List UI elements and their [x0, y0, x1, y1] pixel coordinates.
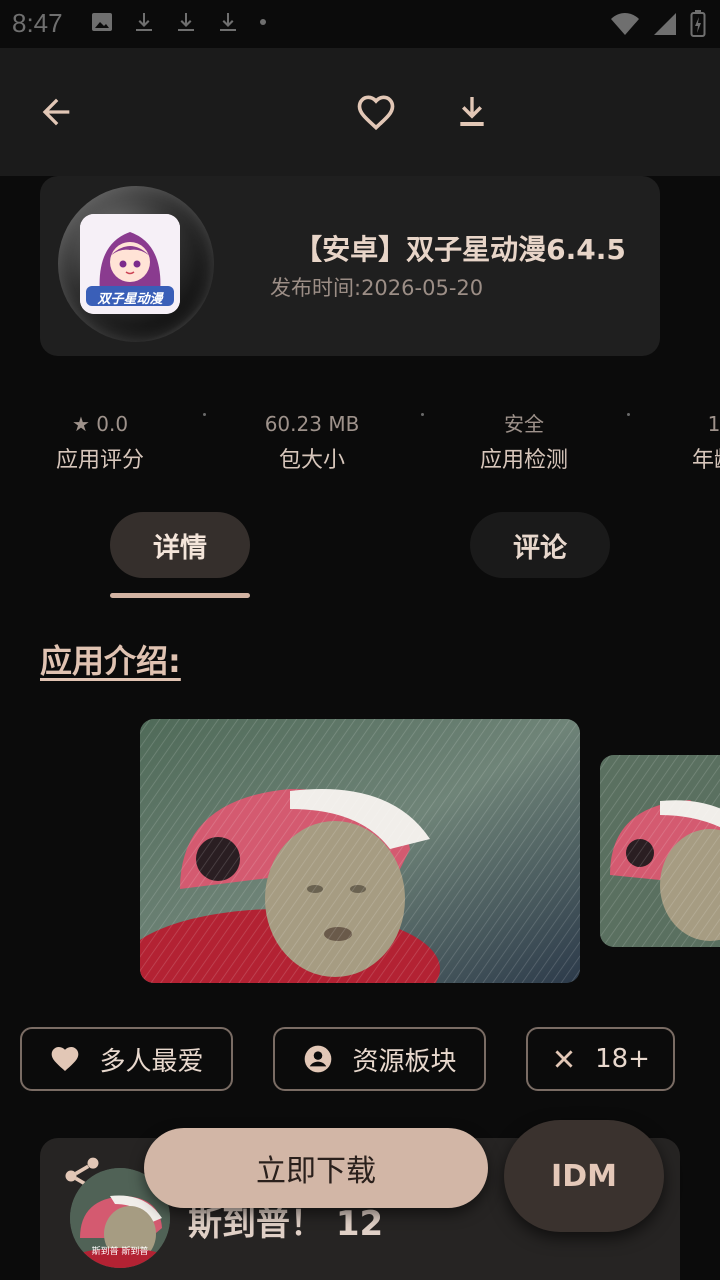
notification-icons: [90, 10, 268, 34]
avatar-caption: 斯到普 斯到普: [91, 1247, 149, 1257]
person-icon: [305, 1045, 332, 1073]
release-date: 发布时间:2026-05-20: [270, 276, 484, 300]
tab-comments[interactable]: 评论: [470, 512, 610, 578]
screenshot-illustration: [600, 755, 720, 947]
chip-age-rating-label: 18+: [595, 1044, 650, 1074]
dot-icon: [260, 19, 266, 25]
heart-outline-icon: [357, 95, 395, 131]
stats-row: ★ 0.0 应用评分 60.23 MB 包大小 安全 应用检测 1 年龄: [0, 400, 720, 480]
image-icon: [92, 13, 112, 31]
chip-resources-label: 资源板块: [352, 1046, 457, 1077]
tab-indicator: [110, 593, 250, 598]
back-button[interactable]: [32, 88, 80, 136]
status-time: 8:47: [12, 8, 63, 38]
stat-divider: [203, 413, 206, 416]
app-title: 【安卓】双子星动漫6.4.5: [294, 233, 626, 266]
stat-divider: [421, 413, 424, 416]
stat-check-label: 应用检测: [479, 448, 568, 473]
status-bar: 8:47: [0, 0, 720, 48]
download-now-button[interactable]: 立即下载: [144, 1128, 488, 1208]
wifi-icon: [611, 13, 639, 35]
stat-check: 安全 应用检测: [444, 408, 604, 474]
app-icon: 双子星动漫: [58, 186, 214, 342]
stat-check-value: 安全: [504, 412, 544, 436]
stat-rating-label: 应用评分: [55, 448, 144, 473]
stat-divider: [627, 413, 630, 416]
screen: 8:47 双子星动漫 【安卓】双子星动漫6.4.5 发布时间:2026-05-2…: [0, 0, 720, 1280]
download-icon: [136, 13, 152, 31]
app-icon-label: 双子星动漫: [97, 292, 163, 307]
stat-age: 1 年龄: [634, 408, 720, 474]
chip-favorites[interactable]: 多人最爱: [20, 1027, 233, 1091]
idm-button[interactable]: IDM: [504, 1120, 664, 1232]
stat-size-value: 60.23 MB: [264, 412, 360, 436]
stat-size-label: 包大小: [278, 448, 345, 473]
chip-resources[interactable]: 资源板块: [273, 1027, 486, 1091]
stat-age-label: 年龄: [691, 448, 720, 473]
system-icons: [610, 10, 706, 38]
app-icon-image: 双子星动漫: [80, 214, 180, 314]
download-icon: [220, 13, 236, 31]
download-icon: [460, 97, 484, 126]
close-icon: [555, 1050, 573, 1068]
back-arrow-icon: [42, 98, 70, 126]
stat-size: 60.23 MB 包大小: [232, 408, 392, 474]
section-title: 应用介绍:: [40, 642, 181, 680]
screenshot-illustration: [140, 719, 580, 983]
signal-icon: [654, 13, 676, 35]
battery-icon: [690, 10, 706, 37]
favorite-button[interactable]: [352, 88, 400, 136]
star-icon: ★: [71, 412, 90, 436]
tab-details[interactable]: 详情: [110, 512, 250, 578]
screenshot-image[interactable]: [600, 755, 720, 947]
heart-icon: [52, 1047, 79, 1071]
chip-favorites-label: 多人最爱: [99, 1046, 204, 1077]
chip-age-rating[interactable]: 18+: [526, 1027, 675, 1091]
download-icon: [178, 13, 194, 31]
stat-rating: ★ 0.0 应用评分: [20, 408, 180, 474]
screenshot-image[interactable]: [140, 719, 580, 983]
app-info-card: 双子星动漫 【安卓】双子星动漫6.4.5 发布时间:2026-05-20: [40, 176, 660, 356]
top-app-bar: [0, 48, 720, 176]
stat-rating-value: 0.0: [96, 412, 129, 436]
stat-age-value: 1: [707, 412, 720, 436]
download-top-button[interactable]: [448, 88, 496, 136]
